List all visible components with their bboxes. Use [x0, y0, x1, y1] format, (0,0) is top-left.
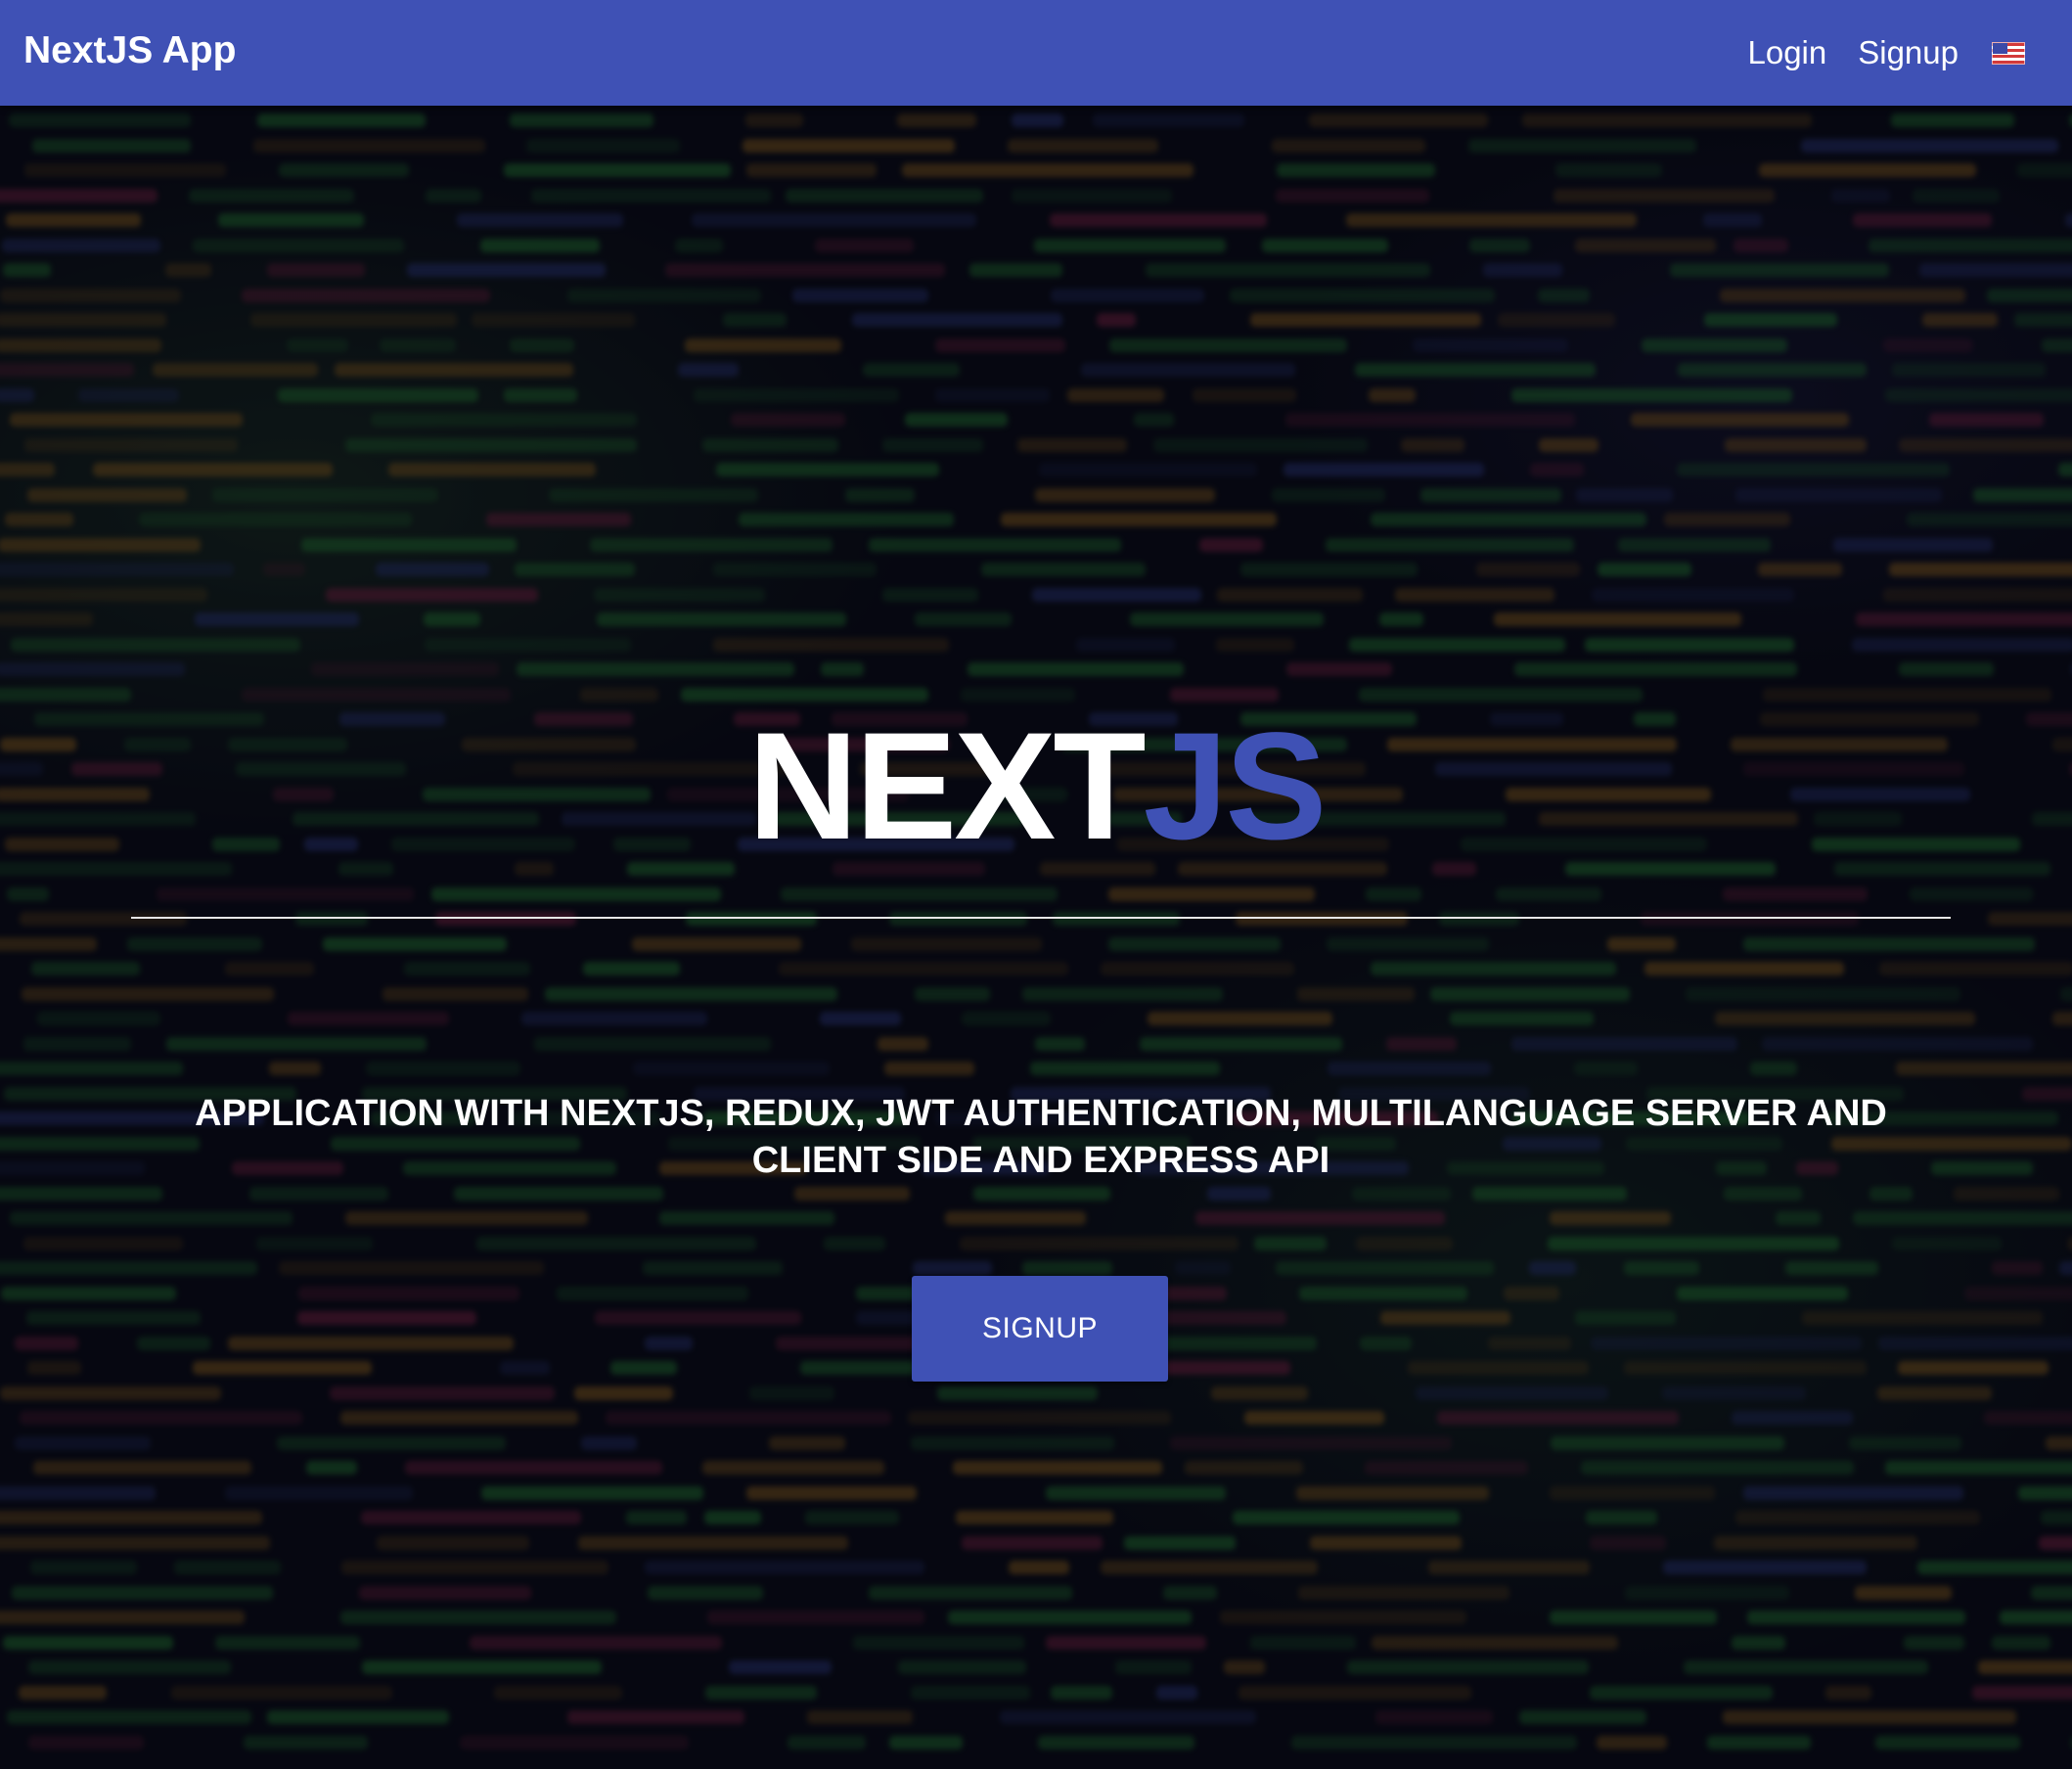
- nav-links: Login Signup: [1716, 0, 2025, 106]
- signup-button[interactable]: SIGNUP: [912, 1276, 1168, 1382]
- hero-divider: [131, 917, 1951, 919]
- nav-login-link[interactable]: Login: [1747, 2, 1826, 104]
- hero-title-accent: JS: [1143, 701, 1328, 872]
- hero-overlay: [0, 106, 2072, 1769]
- top-navbar: NextJS App Login Signup: [0, 0, 2072, 106]
- hero-title-main: NEXT: [747, 701, 1147, 872]
- us-flag-icon[interactable]: [1992, 41, 2025, 65]
- hero-section: [0, 106, 2072, 1769]
- brand-link[interactable]: NextJS App: [23, 0, 236, 106]
- flag-canton: [1993, 42, 2007, 54]
- hero-title: NEXTJS: [0, 703, 2072, 870]
- hero-subtitle: APPLICATION WITH NEXTJS, REDUX, JWT AUTH…: [195, 1092, 1887, 1181]
- landing-page: NextJS App Login Signup NEXTJS APPLICATI…: [0, 0, 2072, 1769]
- nav-signup-link[interactable]: Signup: [1858, 2, 1959, 104]
